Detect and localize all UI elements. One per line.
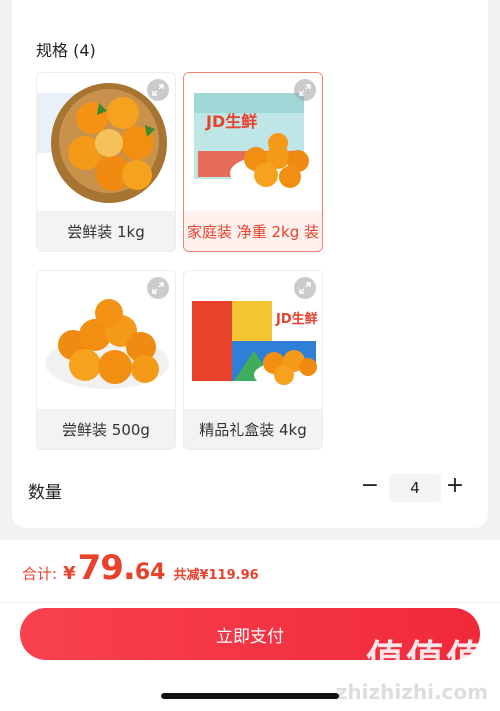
sku-label: 尝鲜装 500g	[37, 409, 175, 449]
expand-icon[interactable]	[147, 277, 169, 299]
expand-icon[interactable]	[294, 79, 316, 101]
expand-icon[interactable]	[147, 79, 169, 101]
price-integer: 79.	[77, 548, 136, 588]
total-label: 合计:	[22, 565, 58, 583]
watermark-logo: 值值值	[365, 637, 486, 681]
sku-option-1kg[interactable]: 尝鲜装 1kg	[36, 72, 176, 252]
sku-option-500g[interactable]: 尝鲜装 500g	[36, 270, 176, 450]
quantity-label: 数量	[28, 483, 62, 503]
quantity-minus-button[interactable]: −	[360, 474, 380, 500]
expand-icon[interactable]	[294, 277, 316, 299]
sku-label: 家庭装 净重 2kg 装	[184, 211, 322, 251]
spec-title: 规格 (4)	[36, 41, 96, 60]
home-indicator[interactable]	[161, 693, 339, 699]
price-summary: 合计: ¥ 79. 64 共减¥119.96	[22, 548, 259, 588]
sku-option-2kg[interactable]: JD生鲜 家庭装 净重 2kg 装	[183, 72, 323, 252]
price-decimal: 64	[134, 560, 166, 585]
divider	[0, 602, 500, 603]
quantity-plus-button[interactable]: +	[444, 474, 466, 500]
currency-symbol: ¥	[63, 563, 76, 584]
svg-text:JD生鲜: JD生鲜	[205, 112, 257, 131]
watermark-url: zhizhizhi.com	[335, 680, 488, 704]
sku-option-4kg[interactable]: JD生鲜 精品礼盒装 4kg	[183, 270, 323, 450]
sku-label: 精品礼盒装 4kg	[184, 409, 322, 449]
quantity-input[interactable]: 4	[389, 474, 441, 502]
svg-text:JD生鲜: JD生鲜	[275, 311, 318, 327]
sku-label: 尝鲜装 1kg	[37, 211, 175, 251]
saving-amount: 共减¥119.96	[173, 568, 259, 583]
